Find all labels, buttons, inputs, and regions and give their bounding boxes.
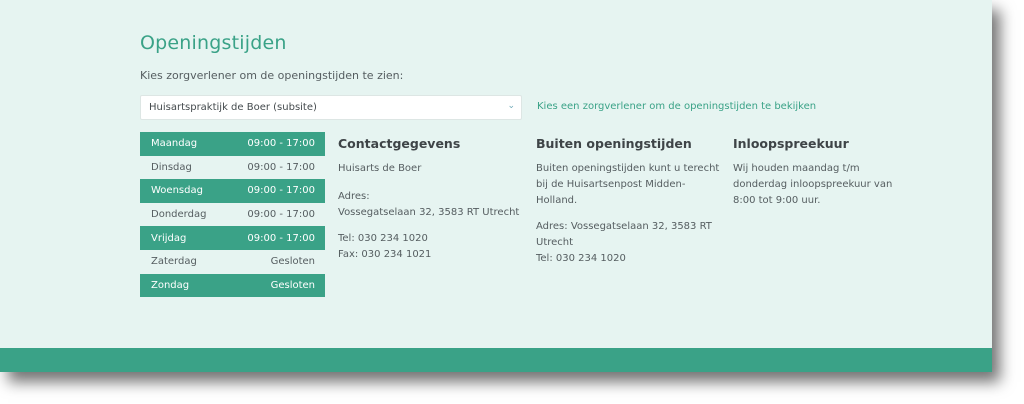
hours-time: 09:00 - 17:00 xyxy=(247,232,315,244)
contact-fax: Fax: 030 234 1021 xyxy=(338,249,432,260)
after-hours-heading: Buiten openingstijden xyxy=(536,136,692,151)
contact-tel: Tel: 030 234 1020 xyxy=(338,233,428,244)
provider-select[interactable]: Huisartspraktijk de Boer (subsite) ⌄ xyxy=(140,95,522,120)
walk-in-heading: Inloopspreekuur xyxy=(733,136,849,151)
page-title: Openingstijden xyxy=(140,32,287,54)
hours-day: Zaterdag xyxy=(151,256,197,268)
hours-day: Dinsdag xyxy=(151,161,192,173)
hours-day: Zondag xyxy=(151,279,190,291)
hours-time: 09:00 - 17:00 xyxy=(247,209,315,221)
select-instruction: Kies zorgverlener om de openingstijden t… xyxy=(140,69,404,82)
page-frame: Openingstijden Kies zorgverlener om de o… xyxy=(0,0,992,372)
footer-band xyxy=(0,348,992,372)
after-hours-address: Adres: Vossegatselaan 32, 3583 RT Utrech… xyxy=(536,221,712,248)
contact-section: Contactgegevens Huisarts de Boer Adres: … xyxy=(338,136,528,270)
hours-day: Donderdag xyxy=(151,209,207,221)
after-hours-section: Buiten openingstijden Buiten openingstij… xyxy=(536,136,726,274)
hours-time: 09:00 - 17:00 xyxy=(247,185,315,197)
hours-time: 09:00 - 17:00 xyxy=(247,161,315,173)
after-hours-text: Buiten openingstijden kunt u terecht bij… xyxy=(536,163,720,206)
hours-row-woensdag: Woensdag 09:00 - 17:00 xyxy=(140,179,325,203)
hours-row-dinsdag: Dinsdag 09:00 - 17:00 xyxy=(140,156,325,180)
hours-time: 09:00 - 17:00 xyxy=(247,138,315,150)
hours-day: Woensdag xyxy=(151,185,203,197)
hours-day: Vrijdag xyxy=(151,232,187,244)
hours-time: Gesloten xyxy=(270,256,315,268)
after-hours-tel: Tel: 030 234 1020 xyxy=(536,253,626,264)
hours-row-maandag: Maandag 09:00 - 17:00 xyxy=(140,132,325,156)
hours-day: Maandag xyxy=(151,138,198,150)
contact-address-label: Adres: xyxy=(338,191,370,202)
select-hint: Kies een zorgverlener om de openingstijd… xyxy=(537,101,817,112)
contact-heading: Contactgegevens xyxy=(338,136,461,151)
walk-in-section: Inloopspreekuur Wij houden maandag t/m d… xyxy=(733,136,913,216)
hours-time: Gesloten xyxy=(270,279,315,291)
contact-name: Huisarts de Boer xyxy=(338,163,422,174)
contact-address: Vossegatselaan 32, 3583 RT Utrecht xyxy=(338,207,520,218)
walk-in-text: Wij houden maandag t/m donderdag inloops… xyxy=(733,163,893,206)
hours-row-vrijdag: Vrijdag 09:00 - 17:00 xyxy=(140,226,325,250)
provider-select-value: Huisartspraktijk de Boer (subsite) xyxy=(149,102,317,113)
hours-row-donderdag: Donderdag 09:00 - 17:00 xyxy=(140,203,325,227)
opening-hours-table: Maandag 09:00 - 17:00 Dinsdag 09:00 - 17… xyxy=(140,132,325,298)
hours-row-zondag: Zondag Gesloten xyxy=(140,273,325,298)
chevron-down-icon: ⌄ xyxy=(507,101,515,111)
hours-row-zaterdag: Zaterdag Gesloten xyxy=(140,250,325,274)
